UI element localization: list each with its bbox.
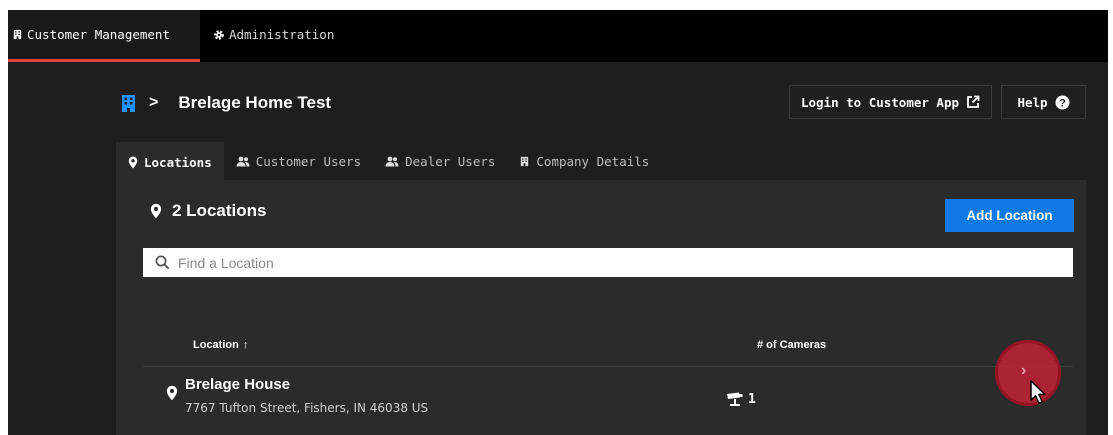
help-button[interactable]: Help ? (1001, 85, 1086, 119)
search-input[interactable] (176, 249, 1073, 276)
location-address: 7767 Tufton Street, Fishers, IN 46038 US (185, 401, 429, 415)
camera-icon (726, 392, 744, 407)
nav-administration-label: Administration (229, 27, 335, 42)
users-icon (385, 156, 399, 167)
tab-customer-users[interactable]: Customer Users (224, 142, 373, 180)
camera-count: 1 (748, 392, 756, 407)
tab-locations-label: Locations (144, 154, 212, 170)
app-window: Customer Management Administration > Bre… (8, 10, 1108, 435)
tab-dealer-users-label: Dealer Users (405, 153, 496, 169)
users-icon (236, 156, 250, 167)
gear-icon (213, 29, 225, 41)
tab-company-details-label: Company Details (536, 153, 650, 169)
nav-customer-management-label: Customer Management (27, 27, 170, 42)
tab-locations[interactable]: Locations (116, 142, 224, 180)
map-pin-icon (128, 156, 138, 169)
nav-customer-management[interactable]: Customer Management (8, 10, 200, 59)
table-row[interactable]: Brelage House 7767 Tufton Street, Fisher… (143, 367, 1073, 435)
search-box (143, 248, 1073, 277)
breadcrumb-separator: > (149, 94, 159, 111)
nav-administration[interactable]: Administration (213, 10, 334, 59)
map-pin-icon (166, 385, 178, 401)
locations-panel: 2 Locations Add Location Location ↑ # of… (116, 180, 1086, 435)
breadcrumb: > Brelage Home Test (120, 92, 331, 114)
location-name: Brelage House (185, 376, 291, 393)
click-highlight (995, 340, 1061, 406)
tab-dealer-users[interactable]: Dealer Users (373, 142, 507, 180)
tab-company-details[interactable]: Company Details (507, 142, 661, 180)
active-nav-underline (8, 59, 200, 62)
column-header-location[interactable]: Location ↑ (193, 339, 248, 351)
tab-bar: Locations Customer Users Dealer Users Co… (116, 142, 661, 180)
building-icon[interactable] (120, 94, 137, 113)
mouse-cursor-icon (1029, 380, 1049, 411)
building-icon (519, 156, 530, 167)
column-header-cameras: # of Cameras (757, 339, 827, 351)
camera-count-cell: 1 (726, 392, 756, 407)
help-icon: ? (1055, 95, 1070, 110)
locations-count: 2 Locations (172, 201, 267, 220)
search-icon (155, 255, 170, 270)
top-nav: Customer Management Administration (8, 10, 1108, 62)
help-button-label: Help (1017, 94, 1048, 110)
add-location-button[interactable]: Add Location (945, 199, 1074, 232)
column-header-location-label: Location (193, 339, 239, 351)
locations-count-heading: 2 Locations (150, 201, 266, 221)
login-button-label: Login to Customer App (800, 94, 960, 110)
chevron-right-icon[interactable]: › (1021, 362, 1026, 380)
external-link-icon (966, 95, 980, 109)
login-to-customer-app-button[interactable]: Login to Customer App (789, 85, 992, 119)
map-pin-icon (150, 203, 162, 219)
building-icon (12, 29, 23, 40)
tab-customer-users-label: Customer Users (255, 153, 362, 169)
sort-ascending-icon: ↑ (242, 339, 249, 351)
page-title: Brelage Home Test (178, 93, 332, 112)
svg-text:?: ? (1059, 97, 1066, 109)
